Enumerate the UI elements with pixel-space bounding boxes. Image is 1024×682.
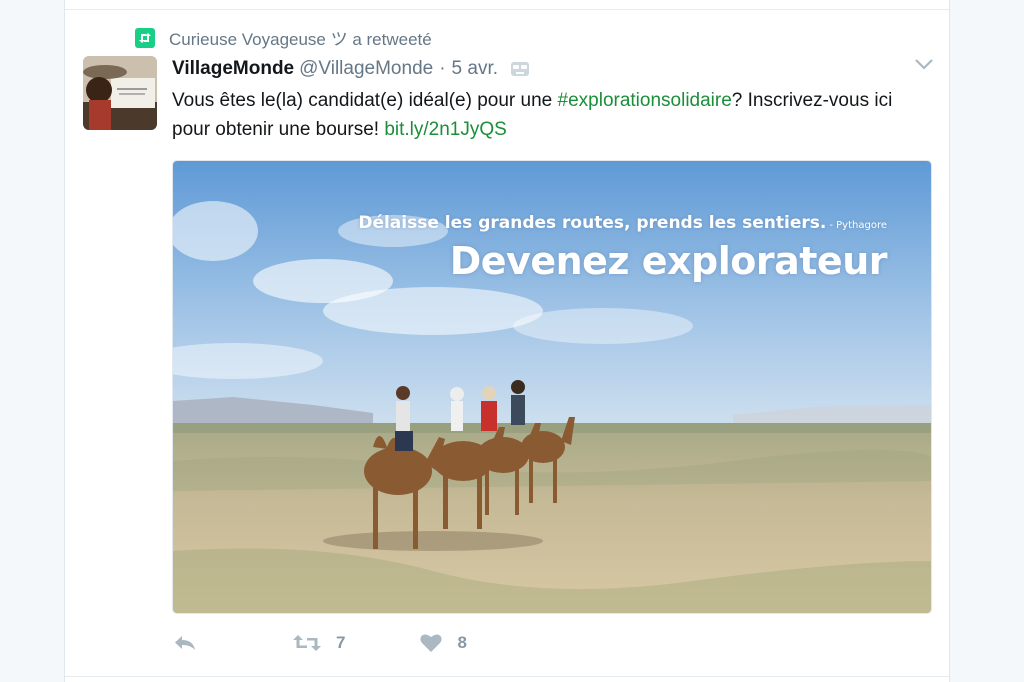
like-button[interactable]: 8 [419, 632, 467, 654]
reply-button[interactable] [172, 633, 198, 653]
url-link[interactable]: bit.ly/2n1JyQS [384, 119, 507, 140]
tweet-media-image[interactable]: Délaisse les grandes routes, prends les … [172, 160, 932, 614]
media-quote-text: Délaisse les grandes routes, prends les … [358, 213, 827, 233]
media-quote-author: - Pythagore [829, 220, 887, 231]
avatar[interactable] [83, 56, 157, 130]
retweet-count: 7 [336, 633, 346, 652]
tweet-card[interactable]: Curieuse Voyageuse ツ a retweeté VillageM… [64, 0, 950, 682]
tweet-date[interactable]: 5 avr. [452, 58, 498, 80]
divider [65, 676, 949, 677]
like-count: 8 [457, 633, 467, 652]
retweet-button[interactable]: 7 [292, 633, 345, 653]
tweet-actions: 7 8 [172, 632, 467, 654]
media-headline: Devenez explorateur [449, 239, 888, 283]
author-name[interactable]: VillageMonde [172, 58, 294, 80]
retweet-badge-icon [135, 27, 155, 48]
tweet-header: VillageMonde @VillageMonde · 5 avr. [172, 58, 530, 80]
author-handle[interactable]: @VillageMonde [299, 58, 433, 80]
divider [65, 9, 949, 10]
media-quote: Délaisse les grandes routes, prends les … [358, 213, 887, 233]
reply-icon [175, 636, 195, 650]
translate-icon [511, 62, 530, 76]
heart-icon [420, 634, 443, 652]
retweet-context: Curieuse Voyageuse ツ a retweeté [135, 25, 432, 50]
retweet-icon [293, 635, 321, 651]
retweet-context-text[interactable]: Curieuse Voyageuse ツ a retweeté [169, 25, 432, 50]
tweet-text-part: Vous êtes le(la) candidat(e) idéal(e) po… [172, 90, 558, 111]
separator-dot: · [439, 58, 446, 79]
chevron-down-icon[interactable] [913, 56, 935, 72]
tweet-text: Vous êtes le(la) candidat(e) idéal(e) po… [172, 86, 912, 144]
hashtag-link[interactable]: #explorationsolidaire [558, 90, 732, 111]
